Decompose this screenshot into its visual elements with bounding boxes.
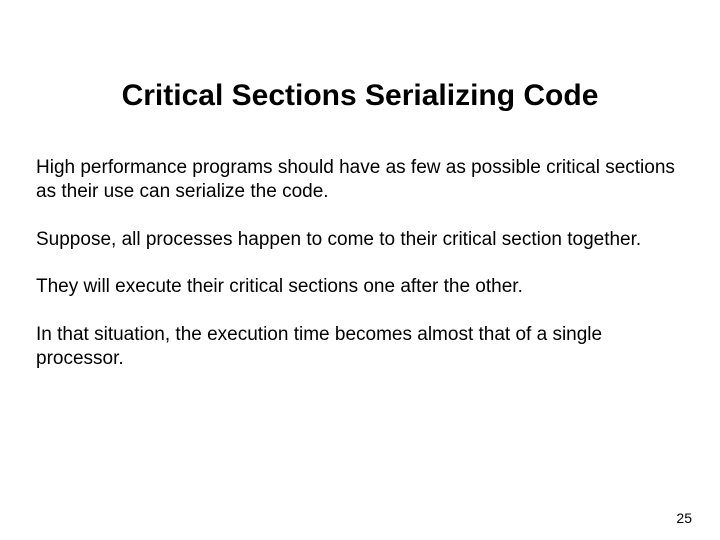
paragraph-2: Suppose, all processes happen to come to… xyxy=(36,228,684,252)
paragraph-1: High performance programs should have as… xyxy=(36,156,684,204)
slide-title: Critical Sections Serializing Code xyxy=(0,0,720,114)
slide-container: Critical Sections Serializing Code High … xyxy=(0,0,720,540)
slide-content: High performance programs should have as… xyxy=(0,114,720,371)
page-number: 25 xyxy=(676,510,692,526)
paragraph-3: They will execute their critical section… xyxy=(36,275,684,299)
paragraph-4: In that situation, the execution time be… xyxy=(36,323,684,371)
